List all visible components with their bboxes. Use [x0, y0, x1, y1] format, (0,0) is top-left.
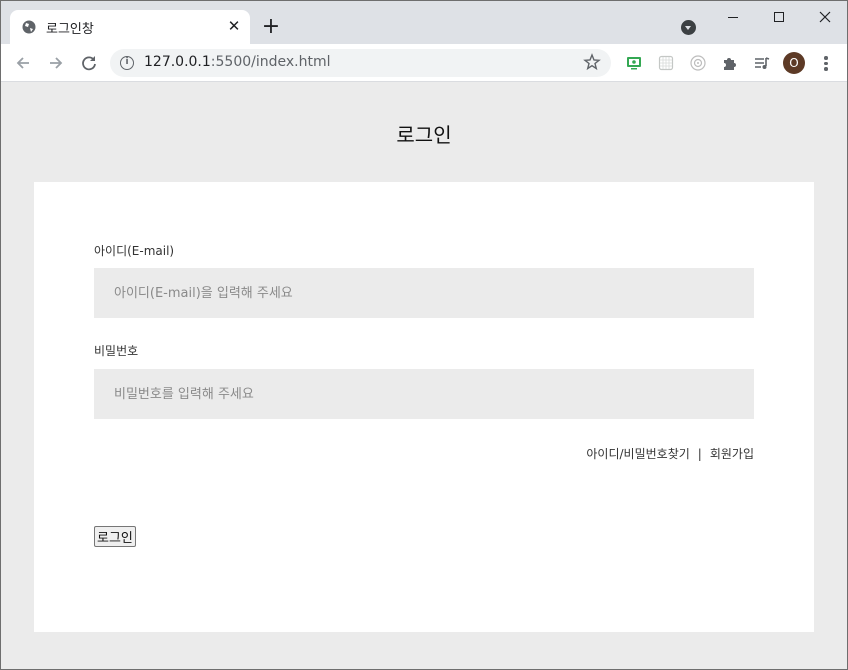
reload-icon[interactable]	[79, 53, 99, 73]
avatar[interactable]: O	[783, 52, 805, 74]
tab-close-icon[interactable]: ✕	[226, 18, 242, 34]
login-button[interactable]: 로그인	[94, 526, 136, 547]
url-host: 127.0.0.1	[144, 54, 211, 70]
screen-ext-icon[interactable]	[625, 54, 643, 72]
minimize-icon	[728, 16, 738, 18]
account-links: 아이디/비밀번호찾기 | 회원가입	[586, 445, 754, 462]
page-title: 로그인	[396, 123, 452, 147]
url-path: :5500/index.html	[210, 54, 331, 70]
puzzle-icon[interactable]	[721, 54, 739, 72]
maximize-button[interactable]	[756, 1, 802, 33]
tab-active[interactable]: 로그인창 ✕	[10, 10, 250, 44]
page-content: 로그인 아이디(E-mail) 비밀번호 아이디/비밀번호찾기 | 회원가입 로그인	[1, 83, 847, 669]
globe-icon	[22, 20, 36, 34]
star-icon[interactable]	[583, 53, 601, 71]
password-label: 비밀번호	[94, 344, 139, 358]
tab-title: 로그인창	[46, 22, 94, 37]
camera-ext-icon[interactable]	[689, 54, 707, 72]
forward-icon[interactable]	[46, 53, 66, 73]
media-icon[interactable]	[753, 54, 771, 72]
back-icon[interactable]	[13, 53, 33, 73]
menu-dot	[824, 67, 828, 71]
maximize-icon	[774, 12, 784, 22]
id-label: 아이디(E-mail)	[94, 244, 175, 258]
new-tab-button[interactable]: +	[261, 16, 281, 38]
find-account-link[interactable]: 아이디/비밀번호찾기	[586, 447, 689, 461]
close-icon	[819, 11, 831, 23]
close-window-button[interactable]	[802, 1, 847, 33]
grid-ext-icon[interactable]	[657, 54, 675, 72]
login-card: 아이디(E-mail) 비밀번호 아이디/비밀번호찾기 | 회원가입 로그인	[34, 182, 814, 632]
more-icon[interactable]	[817, 54, 835, 72]
signup-link[interactable]: 회원가입	[710, 447, 754, 461]
minimize-button[interactable]	[710, 1, 756, 33]
browser-toolbar: i 127.0.0.1:5500/index.html O	[1, 44, 847, 82]
menu-dot	[824, 61, 828, 65]
browser-window: 로그인창 ✕ + i 127.0.0.1:5500/index.html O 로…	[0, 0, 848, 670]
link-separator: |	[697, 447, 702, 461]
id-input[interactable]	[94, 268, 754, 318]
tab-search-icon[interactable]	[681, 20, 696, 35]
address-bar[interactable]: i 127.0.0.1:5500/index.html	[110, 49, 611, 77]
tab-strip: 로그인창 ✕ +	[1, 1, 847, 44]
password-input[interactable]	[94, 369, 754, 419]
menu-dot	[824, 56, 828, 60]
info-icon[interactable]: i	[120, 56, 134, 70]
url-text: 127.0.0.1:5500/index.html	[144, 54, 331, 70]
